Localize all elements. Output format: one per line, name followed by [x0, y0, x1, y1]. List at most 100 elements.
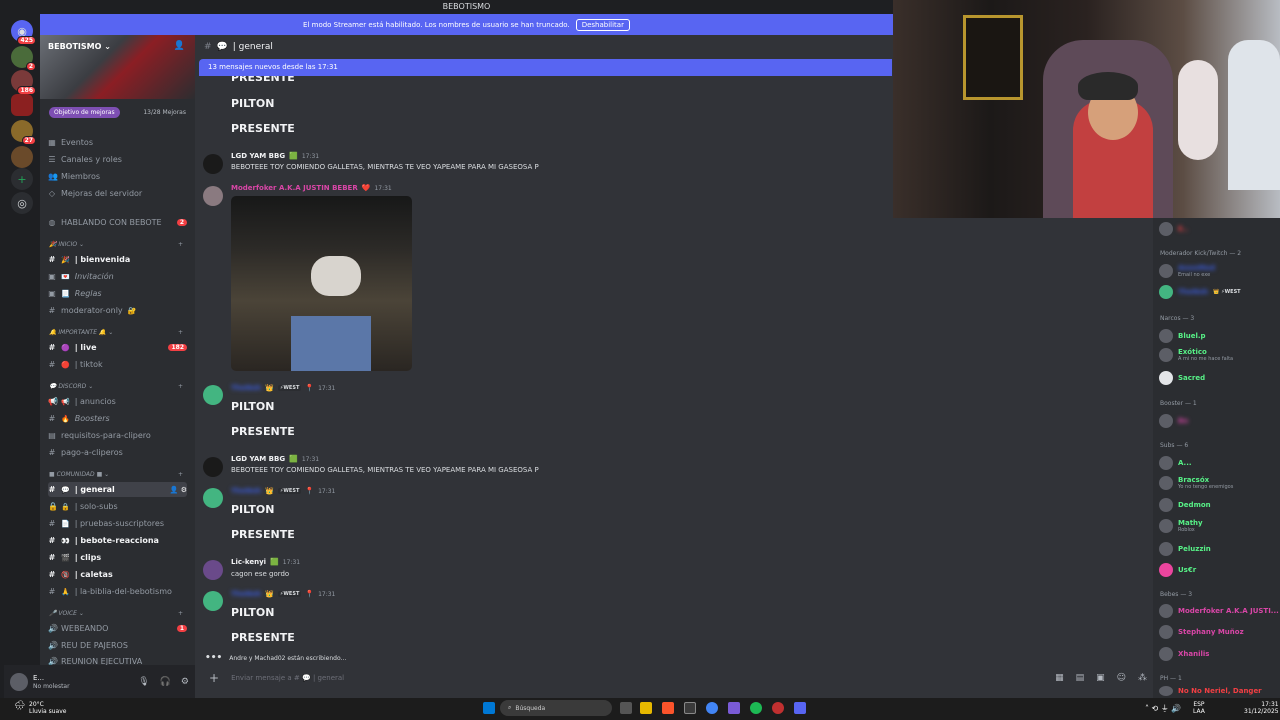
category-importante[interactable]: 🔔 IMPORTANTE 🔔 ⌄ + [49, 329, 183, 336]
member-item[interactable]: E.. [1159, 220, 1188, 238]
explore-icon[interactable]: ◎ [11, 192, 33, 214]
category-voice[interactable]: 🎤 VOICE ⌄ + [49, 610, 183, 617]
channel-pruebas[interactable]: # 📄 | pruebas-suscriptores [48, 516, 187, 531]
user-info[interactable]: E... No molestar [33, 674, 70, 690]
member-item[interactable]: No No Neriel, Danger [1159, 685, 1262, 697]
message-author[interactable]: Lic-kenyi 🟩 17:31 [231, 558, 300, 566]
gif-icon[interactable]: ▤ [1076, 673, 1085, 683]
channel-bebote-reacciona[interactable]: # 👀 | bebote-reacciona [48, 533, 187, 548]
voice-webeando[interactable]: 🔊 WEBEANDO 1 [48, 621, 187, 636]
voice-reunion[interactable]: 🔊 REUNION EJECUTIVA [48, 654, 187, 665]
brave-icon[interactable] [662, 702, 674, 714]
category-inicio[interactable]: 🎉 INICIO ⌄ + [49, 241, 183, 248]
avatar[interactable] [203, 186, 223, 206]
clock[interactable]: 17:31 31/12/2025 [1244, 701, 1279, 715]
member-item[interactable]: AnonMod Email no exe [1159, 262, 1215, 280]
member-item[interactable]: Bo [1159, 412, 1188, 430]
member-item[interactable]: Us€r [1159, 561, 1196, 579]
microphone-icon[interactable]: 🎙 [138, 677, 149, 687]
sidebar-item-boosts[interactable]: ◇ Mejoras del servidor [48, 186, 187, 201]
channel-anuncios[interactable]: 📢 📢 | anuncios [48, 394, 187, 409]
add-attachment-icon[interactable]: + [209, 671, 219, 685]
message-author[interactable]: TheNoh 👑 ⚡WEST 📍 17:31 [231, 384, 335, 392]
member-item[interactable]: Xhanilis [1159, 645, 1209, 663]
sidebar-item-hablando[interactable]: ◍ HABLANDO CON BEBOTE 2 [48, 215, 187, 230]
channel-moderator-only[interactable]: # moderator-only 🔐 [48, 303, 187, 318]
gear-icon[interactable]: ⚙ [181, 677, 189, 687]
channel-pago[interactable]: # pago-a-cliperos [48, 445, 187, 460]
channel-boosters[interactable]: # 🔥 Boosters [48, 411, 187, 426]
tray-icons[interactable]: ˄ ⟲ ⏚ 🔊 [1145, 703, 1181, 714]
sidebar-item-channels-roles[interactable]: ☰ Canales y roles [48, 152, 187, 167]
server-icon[interactable] [11, 146, 33, 168]
member-item[interactable]: Dedmon [1159, 496, 1211, 514]
channel-solo-subs[interactable]: 🔒 🔒 | solo-subs [48, 499, 187, 514]
discord-home-icon[interactable]: ◉ 425 [11, 20, 36, 45]
member-item[interactable]: Mathy Roblox [1159, 517, 1203, 535]
member-item[interactable]: TheNoh 👑 ⚡WEST [1159, 283, 1241, 301]
headphones-icon[interactable]: 🎧 [160, 677, 171, 687]
language-indicator[interactable]: ESP LAA [1193, 701, 1205, 715]
member-item[interactable]: Stephany Muñoz [1159, 623, 1244, 641]
boost-progress[interactable]: Objetivo de mejoras 13/28 Mejoras [40, 99, 195, 118]
obs-icon[interactable] [772, 702, 784, 714]
apps-icon[interactable]: ⁂ [1138, 673, 1147, 683]
sticker-icon[interactable]: ▣ [1096, 673, 1105, 683]
channel-clips[interactable]: # 🎬 | clips [48, 550, 187, 565]
windows-start-icon[interactable] [483, 702, 495, 714]
message-author[interactable]: Moderfoker A.K.A JUSTIN BEBER ❤️ 17:31 [231, 184, 392, 192]
avatar[interactable] [203, 591, 223, 611]
app-icon[interactable] [728, 702, 740, 714]
server-icon[interactable]: 27 [11, 120, 36, 145]
message-author[interactable]: TheNoh 👑 ⚡WEST 📍 17:31 [231, 590, 335, 598]
sidebar-item-events[interactable]: ▦ Eventos [48, 135, 187, 150]
taskbar-search[interactable]: ⌕ Búsqueda [500, 700, 612, 716]
server-name[interactable]: BEBOTISMO ⌄ [48, 42, 111, 51]
category-comunidad[interactable]: ■ COMUNIDAD ■ ⌄ + [49, 471, 183, 478]
disable-streamer-button[interactable]: Deshabilitar [575, 18, 630, 31]
new-messages-bar[interactable]: 13 mensajes nuevos desde las 17:31 [199, 59, 892, 76]
spotify-icon[interactable] [750, 702, 762, 714]
message-author[interactable]: LGD YAM BBG 🟩 17:31 [231, 152, 319, 160]
invite-icon[interactable]: 👤 [174, 41, 185, 51]
message-author[interactable]: LGD YAM BBG 🟩 17:31 [231, 455, 319, 463]
file-explorer-icon[interactable] [640, 702, 652, 714]
channel-general[interactable]: # 💬 | general 👤 ⚙ [48, 482, 187, 497]
weather-icon[interactable]: 🌧 [14, 701, 25, 711]
emoji-icon[interactable]: ☺ [1117, 673, 1126, 683]
server-icon-active[interactable] [11, 94, 33, 116]
channel-tiktok[interactable]: # 🔴 | tiktok [48, 357, 187, 372]
category-discord[interactable]: 💬 DISCORD ⌄ + [49, 383, 183, 390]
avatar[interactable] [203, 560, 223, 580]
avatar[interactable] [203, 457, 223, 477]
message-input[interactable]: + Enviar mensaje a # 💬 | general ▦ ▤ ▣ ☺… [203, 667, 1153, 689]
member-item[interactable]: Bluel.p [1159, 327, 1206, 345]
message-author[interactable]: TheNoh 👑 ⚡WEST 📍 17:31 [231, 487, 335, 495]
member-item[interactable]: Bracsóx Yo no tengo enemigos [1159, 474, 1233, 492]
avatar[interactable] [10, 672, 28, 691]
avatar[interactable] [203, 154, 223, 174]
channel-invitacion[interactable]: ▣ 💌 Invitación [48, 269, 187, 284]
input-placeholder[interactable]: Enviar mensaje a # 💬 | general [231, 674, 344, 682]
add-server-icon[interactable]: + [11, 168, 33, 190]
avatar[interactable] [203, 385, 223, 405]
sidebar-item-members[interactable]: 👥 Miembros [48, 169, 187, 184]
chrome-icon[interactable] [706, 702, 718, 714]
server-icon[interactable]: 186 [11, 70, 36, 95]
server-banner[interactable]: BEBOTISMO ⌄ 👤 [40, 35, 195, 99]
member-item[interactable]: Exótico A mi no me hace falta [1159, 346, 1233, 364]
member-item[interactable]: Sacred [1159, 369, 1205, 387]
member-item[interactable]: A... [1159, 454, 1192, 472]
discord-icon[interactable] [794, 702, 806, 714]
image-attachment[interactable] [231, 196, 412, 371]
channel-biblia[interactable]: # 🙏 | la-biblia-del-bebotismo [48, 584, 187, 599]
avatar[interactable] [203, 488, 223, 508]
channel-caletas[interactable]: # 🔞 | caletas [48, 567, 187, 582]
task-view-icon[interactable] [620, 702, 632, 714]
member-item[interactable]: Peluzzin [1159, 540, 1211, 558]
channel-live[interactable]: # 🟣 | live 182 [48, 340, 187, 355]
voice-reu[interactable]: 🔊 REU DE PAJEROS [48, 638, 187, 653]
app-icon[interactable] [684, 702, 696, 714]
channel-requisitos[interactable]: ▤ requisitos-para-clipero [48, 428, 187, 443]
gift-icon[interactable]: ▦ [1055, 673, 1064, 683]
